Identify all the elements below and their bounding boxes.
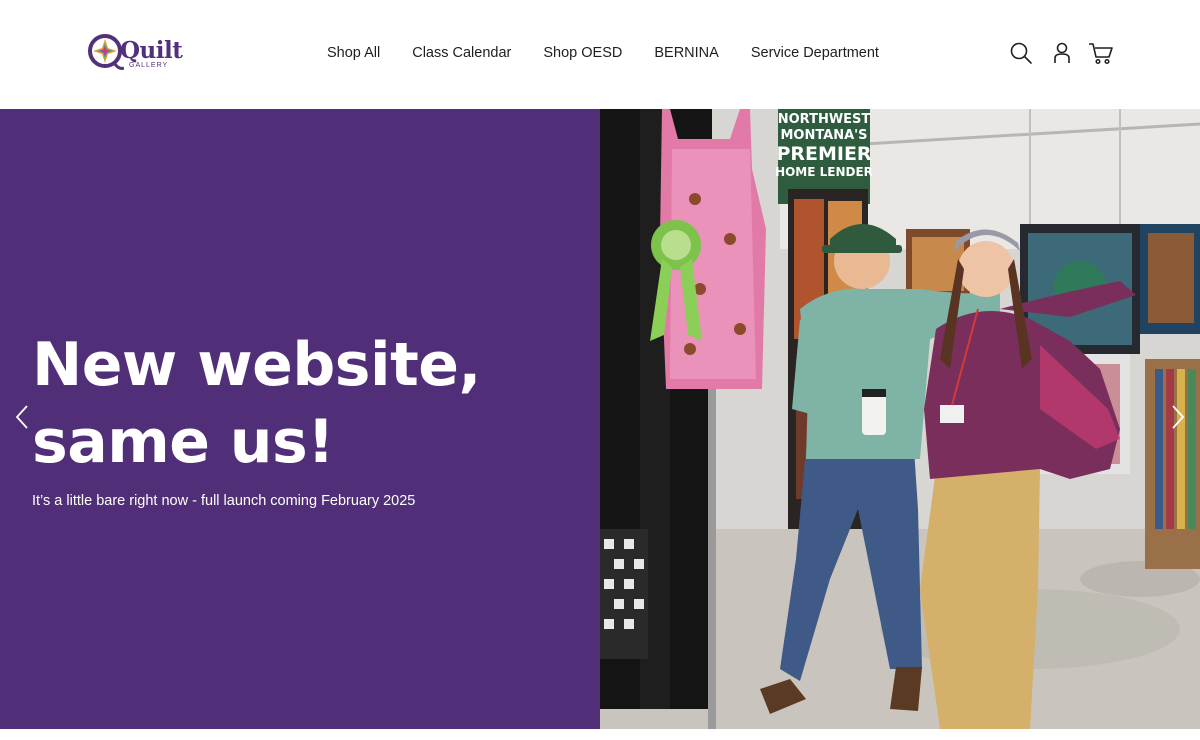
account-icon — [1054, 42, 1070, 63]
chevron-right-icon — [1172, 405, 1185, 429]
nav-bernina[interactable]: BERNINA — [638, 44, 734, 64]
nav-shop-all[interactable]: Shop All — [311, 44, 396, 64]
quilt-show-photo: NORTHWEST MONTANA'S PREMIER HOME LENDER — [600, 109, 1200, 729]
banner-line-3: PREMIER — [776, 143, 871, 165]
account-button[interactable] — [1049, 39, 1075, 67]
hero-slideshow: New website, same us! It’s a little bare… — [0, 109, 1200, 729]
banner-line-1: NORTHWEST — [778, 112, 871, 127]
cart-icon — [1089, 43, 1113, 65]
slide-next-button[interactable] — [1168, 402, 1188, 432]
main-nav: Shop All Class Calendar Shop OESD BERNIN… — [311, 44, 895, 64]
search-button[interactable] — [1008, 39, 1034, 67]
hero-title-line-1: New website, — [32, 330, 481, 400]
logo-subtitle: GALLERY — [129, 62, 169, 69]
quilt-star-logo-icon — [88, 34, 124, 70]
logo-wordmark: Quilt — [120, 37, 183, 64]
hero-subtitle: It’s a little bare right now - full laun… — [32, 493, 416, 509]
nav-class-calendar[interactable]: Class Calendar — [396, 44, 527, 64]
hero-text-panel: New website, same us! It’s a little bare… — [0, 109, 600, 729]
chevron-left-icon — [15, 405, 28, 429]
nav-service-department[interactable]: Service Department — [735, 44, 895, 64]
banner-line-4: HOME LENDER — [775, 165, 873, 179]
cart-button[interactable] — [1088, 39, 1114, 67]
nav-shop-oesd[interactable]: Shop OESD — [527, 44, 638, 64]
hero-title: New website, same us! — [32, 327, 572, 481]
site-logo[interactable]: Quilt GALLERY — [88, 32, 183, 74]
site-header: Quilt GALLERY Shop All Class Calendar Sh… — [0, 0, 1200, 109]
slide-prev-button[interactable] — [12, 402, 32, 432]
hero-title-line-2: same us! — [32, 407, 335, 477]
hero-photo: NORTHWEST MONTANA'S PREMIER HOME LENDER — [600, 109, 1200, 729]
page-bottom-strip — [0, 729, 1200, 740]
search-icon — [1010, 42, 1032, 64]
banner-line-2: MONTANA'S — [780, 128, 867, 143]
